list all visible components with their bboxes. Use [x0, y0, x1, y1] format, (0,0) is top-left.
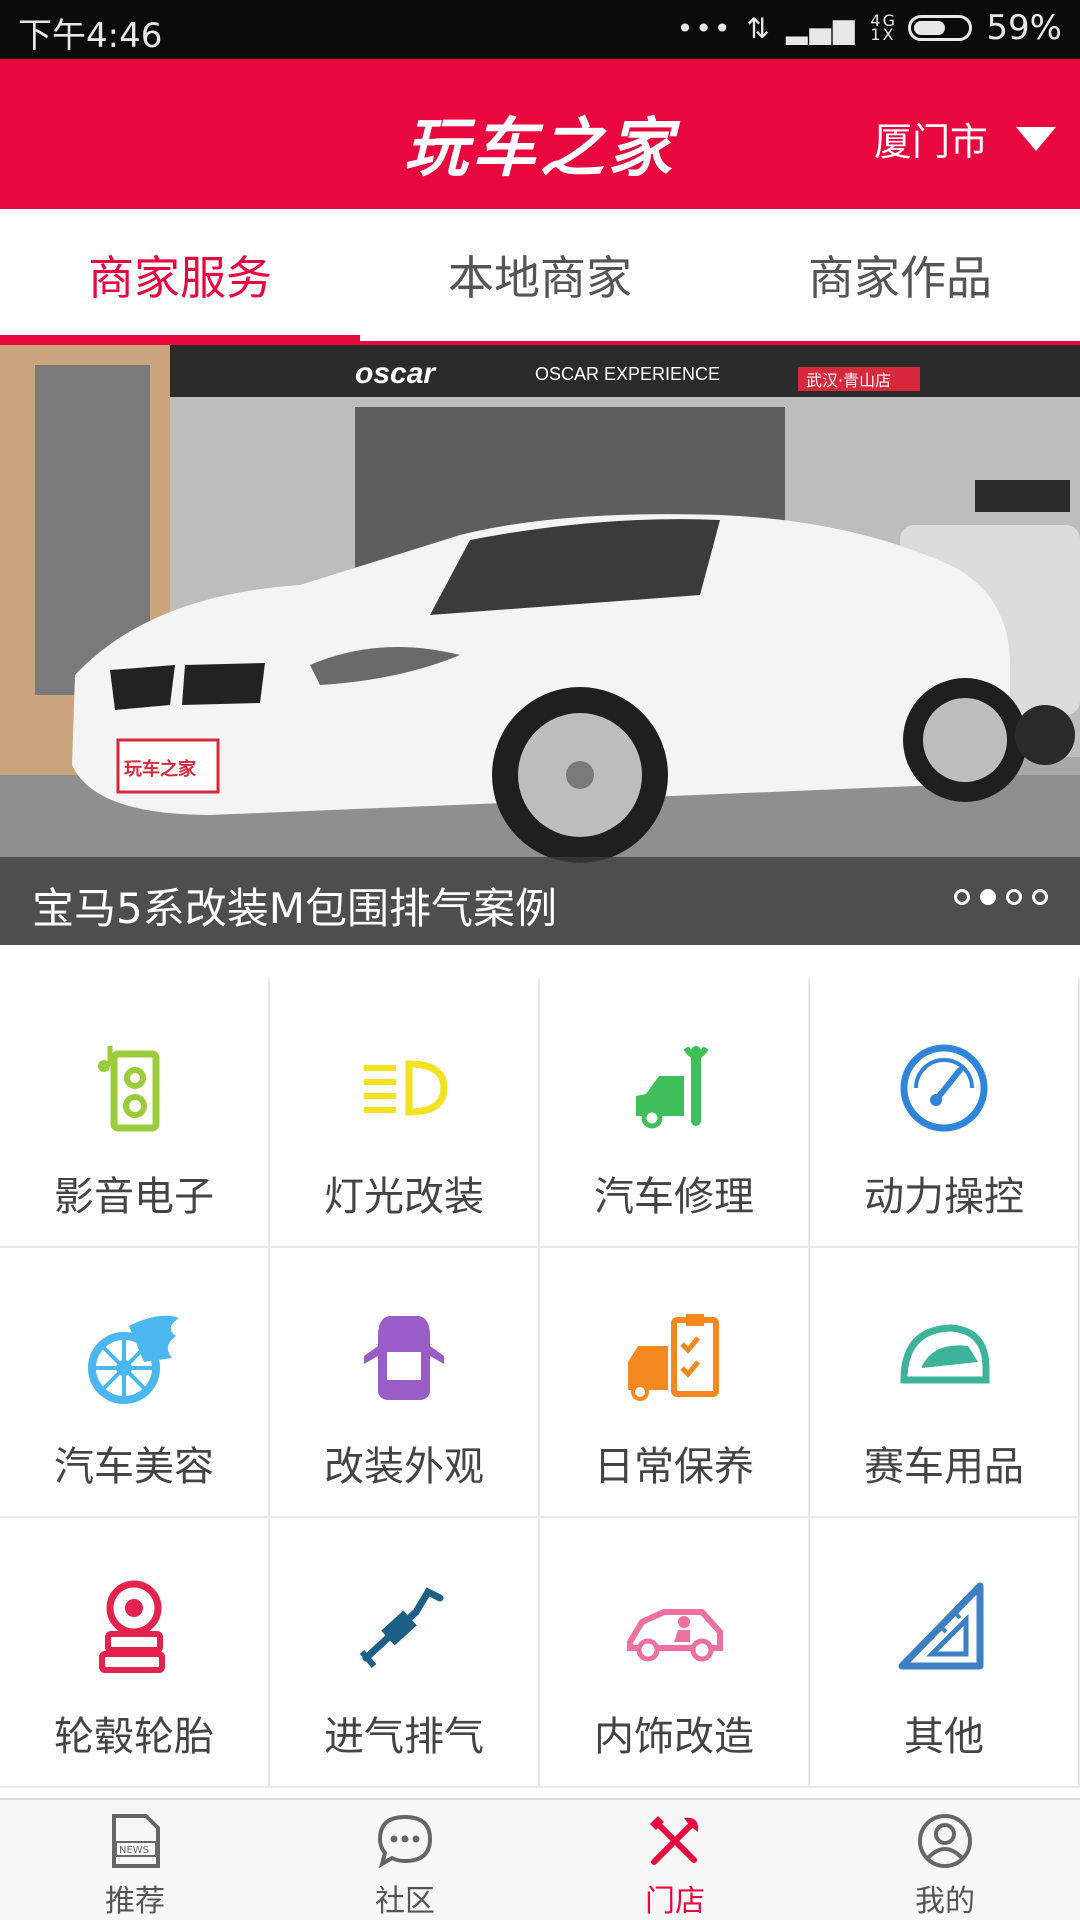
storefront-subsign: OSCAR EXPERIENCE: [535, 364, 720, 384]
city-selector[interactable]: 厦门市: [874, 111, 1056, 166]
battery-icon: [908, 15, 973, 41]
category-power-handling[interactable]: 动力操控: [810, 978, 1078, 1246]
nav-label: 社区: [375, 1884, 435, 1919]
category-label: 动力操控: [864, 1174, 1024, 1220]
category-intake-exhaust[interactable]: 进气排气: [270, 1518, 538, 1786]
car-wrench-icon: [636, 1046, 709, 1129]
category-label: 进气排气: [324, 1714, 484, 1760]
banner-caption-bar: 宝马5系改装M包围排气案例: [0, 857, 1080, 945]
category-label: 其他: [904, 1714, 984, 1760]
carousel-dot[interactable]: [1032, 889, 1048, 905]
tire-icon: [99, 1580, 165, 1673]
category-exterior[interactable]: 改装外观: [270, 1248, 538, 1516]
storefront-sign: oscar: [355, 357, 437, 390]
more-icon: •••: [676, 11, 733, 45]
nav-community[interactable]: 社区: [270, 1800, 540, 1920]
category-maintenance[interactable]: 日常保养: [540, 1248, 808, 1516]
tab-merchant-works[interactable]: 商家作品: [720, 209, 1080, 341]
carousel-dot[interactable]: [954, 889, 970, 905]
tab-label: 商家服务: [88, 251, 272, 305]
category-audio-electronics[interactable]: 影音电子: [0, 978, 268, 1246]
category-label: 赛车用品: [864, 1444, 1024, 1490]
bottom-nav: NEWS 推荐 社区 门店 我的: [0, 1798, 1080, 1920]
tab-bar: 商家服务 本地商家 商家作品: [0, 209, 1080, 345]
car-top-icon: [364, 1316, 444, 1400]
battery-fill: [914, 21, 946, 35]
status-bar: 下午4:46 ••• ⇅ ▂▄▆ 4G 1X 59%: [0, 0, 1080, 59]
category-other[interactable]: 其他: [810, 1518, 1078, 1786]
city-label: 厦门市: [873, 120, 988, 164]
signal-icon: ▂▄▆: [785, 11, 857, 45]
nav-label: 我的: [915, 1884, 975, 1919]
exhaust-pipe-icon: [359, 1587, 444, 1668]
category-label: 汽车美容: [54, 1444, 214, 1490]
category-racing-gear[interactable]: 赛车用品: [810, 1248, 1078, 1516]
interior-icon: [627, 1609, 723, 1662]
news-badge: NEWS: [119, 1845, 149, 1856]
nav-store[interactable]: 门店: [540, 1800, 810, 1920]
nav-label: 推荐: [105, 1884, 165, 1919]
headlight-icon: [364, 1060, 448, 1116]
status-time: 下午4:46: [18, 16, 163, 56]
maintenance-checklist-icon: [628, 1314, 719, 1401]
tools-icon: [650, 1816, 699, 1865]
shop-badge: 武汉·青山店: [806, 371, 891, 390]
category-label: 灯光改装: [324, 1174, 484, 1220]
plate-text: 玩车之家: [124, 758, 197, 780]
tab-local-merchants[interactable]: 本地商家: [360, 209, 720, 341]
status-icons: ••• ⇅ ▂▄▆ 4G 1X 59%: [677, 8, 1062, 48]
nav-label: 门店: [645, 1884, 705, 1919]
dropdown-arrow-icon: [1016, 126, 1056, 151]
racing-helmet-icon: [900, 1324, 990, 1384]
speedometer-icon: [900, 1044, 988, 1132]
user-icon: [918, 1814, 972, 1868]
category-label: 日常保养: [594, 1444, 754, 1490]
category-label: 汽车修理: [594, 1174, 754, 1220]
chat-bubble-icon: [377, 1814, 433, 1869]
category-lighting[interactable]: 灯光改装: [270, 978, 538, 1246]
carousel-dot[interactable]: [1006, 889, 1022, 905]
category-label: 轮毂轮胎: [54, 1714, 214, 1760]
tab-merchant-services[interactable]: 商家服务: [0, 209, 360, 341]
category-wheels-tires[interactable]: 轮毂轮胎: [0, 1518, 268, 1786]
news-icon: NEWS: [112, 1814, 160, 1868]
wheel-wash-icon: [88, 1315, 179, 1404]
banner-carousel[interactable]: oscar OSCAR EXPERIENCE 武汉·青山店 玩车之家 宝马5系改…: [0, 345, 1080, 945]
category-grid: 影音电子 灯光改装 汽车修理 动力操控 汽车美容 改装外观 日常保养 赛车用品 …: [0, 978, 1080, 1788]
nav-recommend[interactable]: NEWS 推荐: [0, 1800, 270, 1920]
category-label: 内饰改造: [594, 1714, 754, 1760]
category-label: 影音电子: [54, 1174, 214, 1220]
set-square-icon: [898, 1582, 984, 1670]
banner-image: oscar OSCAR EXPERIENCE 武汉·青山店 玩车之家: [0, 345, 1080, 945]
speaker-icon: [98, 1046, 160, 1132]
category-label: 改装外观: [324, 1444, 484, 1490]
app-header: 玩车之家 厦门市: [0, 59, 1080, 209]
carousel-dots: [954, 889, 1048, 905]
battery-percent: 59%: [986, 8, 1062, 48]
category-car-beauty[interactable]: 汽车美容: [0, 1248, 268, 1516]
banner-caption: 宝马5系改装M包围排气案例: [32, 884, 557, 933]
category-repair[interactable]: 汽车修理: [540, 978, 808, 1246]
nav-mine[interactable]: 我的: [810, 1800, 1080, 1920]
category-interior[interactable]: 内饰改造: [540, 1518, 808, 1786]
tab-label: 本地商家: [448, 251, 632, 305]
active-tab-indicator: [0, 335, 360, 341]
network-type: 4G 1X: [870, 11, 897, 44]
tab-label: 商家作品: [808, 251, 992, 305]
data-transfer-icon: ⇅: [746, 11, 772, 45]
carousel-dot-active[interactable]: [980, 889, 996, 905]
